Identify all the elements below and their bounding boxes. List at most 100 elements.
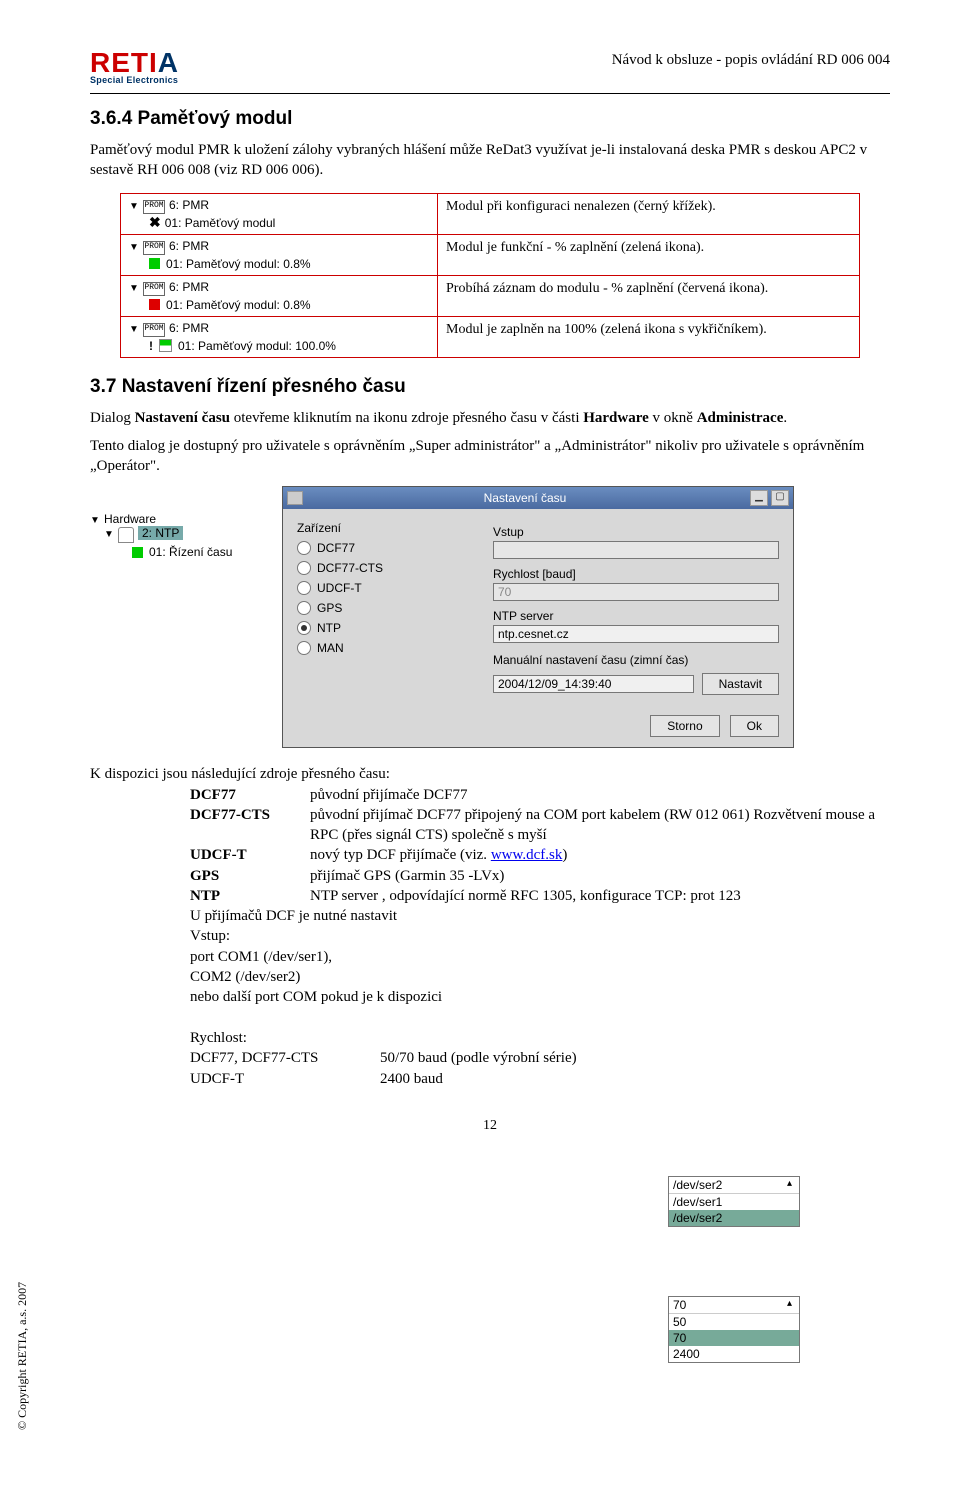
exclaim-icon: ! (149, 339, 153, 353)
module-title: 6: PMR (169, 239, 209, 253)
chip-icon: PROM (143, 200, 165, 214)
def-item: DCF77-CTSpůvodní přijímač DCF77 připojen… (90, 805, 890, 846)
dialog-titlebar[interactable]: Nastavení času ▁ ▢ (283, 487, 793, 509)
combo-option[interactable]: /dev/ser2 (669, 1210, 799, 1226)
minimize-button[interactable]: ▁ (750, 490, 768, 506)
tail-line: U přijímačů DCF je nutné nastavit (190, 906, 890, 926)
antenna-icon (118, 527, 134, 543)
def-term: NTP (190, 886, 310, 906)
radio-udcf-t[interactable]: UDCF-T (297, 581, 477, 595)
radio-dcf77-cts[interactable]: DCF77-CTS (297, 561, 477, 575)
module-sub: 01: Paměťový modul (165, 216, 276, 230)
vstup-input[interactable] (493, 541, 779, 559)
def-desc: původní přijímače DCF77 (310, 785, 890, 805)
combo-option[interactable]: 2400 (669, 1346, 799, 1362)
maximize-button[interactable]: ▢ (771, 490, 789, 506)
radio-label: NTP (317, 621, 341, 635)
radio-ntp[interactable]: NTP (297, 621, 477, 635)
nastavit-button[interactable]: Nastavit (702, 673, 779, 695)
vstup-label: Vstup (493, 525, 779, 539)
table-row: ▼PROM 6: PMR✖ 01: Paměťový modulModul př… (121, 193, 860, 234)
x-icon: ✖ (149, 217, 161, 228)
header-rule (90, 93, 890, 94)
tail-line: Vstup: (190, 926, 890, 946)
device-group-label: Zařízení (297, 521, 477, 535)
radio-dcf77[interactable]: DCF77 (297, 541, 477, 555)
memory-module-intro: Paměťový modul PMR k uložení zálohy vybr… (90, 140, 890, 181)
storno-button[interactable]: Storno (650, 715, 719, 737)
baud-combo[interactable]: 70▴ 50702400 (668, 1296, 800, 1363)
def-term: DCF77 (190, 785, 310, 805)
chip-icon: PROM (143, 323, 165, 337)
tree-arrow-icon: ▼ (104, 529, 114, 540)
baud-row: DCF77, DCF77-CTS50/70 baud (podle výrobn… (190, 1048, 890, 1069)
def-term: DCF77-CTS (190, 805, 310, 846)
status-green-icon (132, 547, 143, 558)
tree-ntp-item[interactable]: 2: NTP (138, 526, 183, 540)
rychlost-sub-label: Rychlost: (190, 1028, 890, 1048)
def-item: NTPNTP server , odpovídající normě RFC 1… (90, 886, 890, 906)
time-settings-dialog: Nastavení času ▁ ▢ Zařízení DCF77 DCF77-C… (282, 486, 794, 748)
chevron-up-icon: ▴ (784, 1178, 795, 1192)
dcf-link[interactable]: www.dcf.sk (491, 847, 563, 863)
radio-icon (297, 621, 311, 635)
status-red-icon (149, 299, 160, 310)
rychlost-label: Rychlost [baud] (493, 567, 779, 581)
def-desc: přijímač GPS (Garmin 35 -LVx) (310, 866, 890, 886)
tail-line: COM2 (/dev/ser2) (190, 967, 890, 987)
def-item: UDCF-Tnový typ DCF přijímače (viz. www.d… (90, 845, 890, 865)
radio-gps[interactable]: GPS (297, 601, 477, 615)
combo-option[interactable]: 70 (669, 1330, 799, 1346)
copyright-text: © Copyright RETIA, a.s. 2007 (15, 1282, 30, 1430)
ntp-label: NTP server (493, 609, 779, 623)
table-row: ▼PROM 6: PMR! 01: Paměťový modul: 100.0%… (121, 316, 860, 357)
combo-option[interactable]: 50 (669, 1314, 799, 1330)
module-sub: 01: Paměťový modul: 0.8% (166, 298, 311, 312)
radio-icon (297, 641, 311, 655)
module-desc: Modul při konfiguraci nenalezen (černý k… (438, 193, 860, 234)
def-desc: původní přijímač DCF77 připojený na COM … (310, 805, 890, 846)
time-sources-block: K dispozici jsou následující zdroje přes… (90, 764, 890, 1090)
def-item: GPSpřijímač GPS (Garmin 35 -LVx) (90, 866, 890, 886)
module-title: 6: PMR (169, 198, 209, 212)
port-combo[interactable]: /dev/ser2▴ /dev/ser1/dev/ser2 (668, 1176, 800, 1227)
sources-intro: K dispozici jsou následující zdroje přes… (90, 764, 890, 784)
def-term: UDCF-T (190, 845, 310, 865)
logo-a: A (158, 50, 179, 75)
status-green-band-icon (159, 339, 172, 352)
radio-label: DCF77-CTS (317, 561, 383, 575)
logo: RETIA Special Electronics (90, 50, 179, 85)
time-settings-p2: Tento dialog je dostupný pro uživatele s… (90, 436, 890, 477)
tree-clock-item[interactable]: 01: Řízení času (149, 545, 232, 559)
section-heading-memory-module: 3.6.4 Paměťový modul (90, 108, 890, 130)
logo-text: RETI (90, 47, 158, 78)
rychlost-input[interactable] (493, 583, 779, 601)
module-status-table: ▼ PROM 6: PMR ✖ 01: Paměťový modul Modul př… (120, 193, 860, 358)
radio-man[interactable]: MAN (297, 641, 477, 655)
tail-line: port COM1 (/dev/ser1), (190, 947, 890, 967)
tree-arrow-icon: ▼ (129, 283, 139, 294)
hardware-tree: ▼Hardware ▼ 2: NTP 01: Řízení času (90, 486, 270, 748)
radio-icon (297, 561, 311, 575)
time-settings-p1: Dialog Nastavení času otevřeme kliknutím… (90, 408, 890, 428)
chip-icon: PROM (143, 282, 165, 296)
chevron-up-icon: ▴ (784, 1298, 795, 1312)
module-sub: 01: Paměťový modul: 0.8% (166, 257, 311, 271)
man-time-input[interactable] (493, 675, 694, 693)
ntp-input[interactable] (493, 625, 779, 643)
titlebar-menu-icon[interactable] (287, 491, 303, 505)
def-desc: NTP server , odpovídající normě RFC 1305… (310, 886, 890, 906)
status-green-icon (149, 258, 160, 269)
radio-icon (297, 581, 311, 595)
ok-button[interactable]: Ok (730, 715, 779, 737)
combo-option[interactable]: /dev/ser1 (669, 1194, 799, 1210)
def-item: DCF77původní přijímače DCF77 (90, 785, 890, 805)
module-desc: Modul je funkční - % zaplnění (zelená ik… (438, 234, 860, 275)
page-number: 12 (90, 1118, 890, 1134)
man-label: Manuální nastavení času (zimní čas) (493, 653, 779, 667)
module-sub: 01: Paměťový modul: 100.0% (178, 339, 336, 353)
radio-label: UDCF-T (317, 581, 362, 595)
radio-label: MAN (317, 641, 344, 655)
module-desc: Modul je zaplněn na 100% (zelená ikona s… (438, 316, 860, 357)
def-term: GPS (190, 866, 310, 886)
